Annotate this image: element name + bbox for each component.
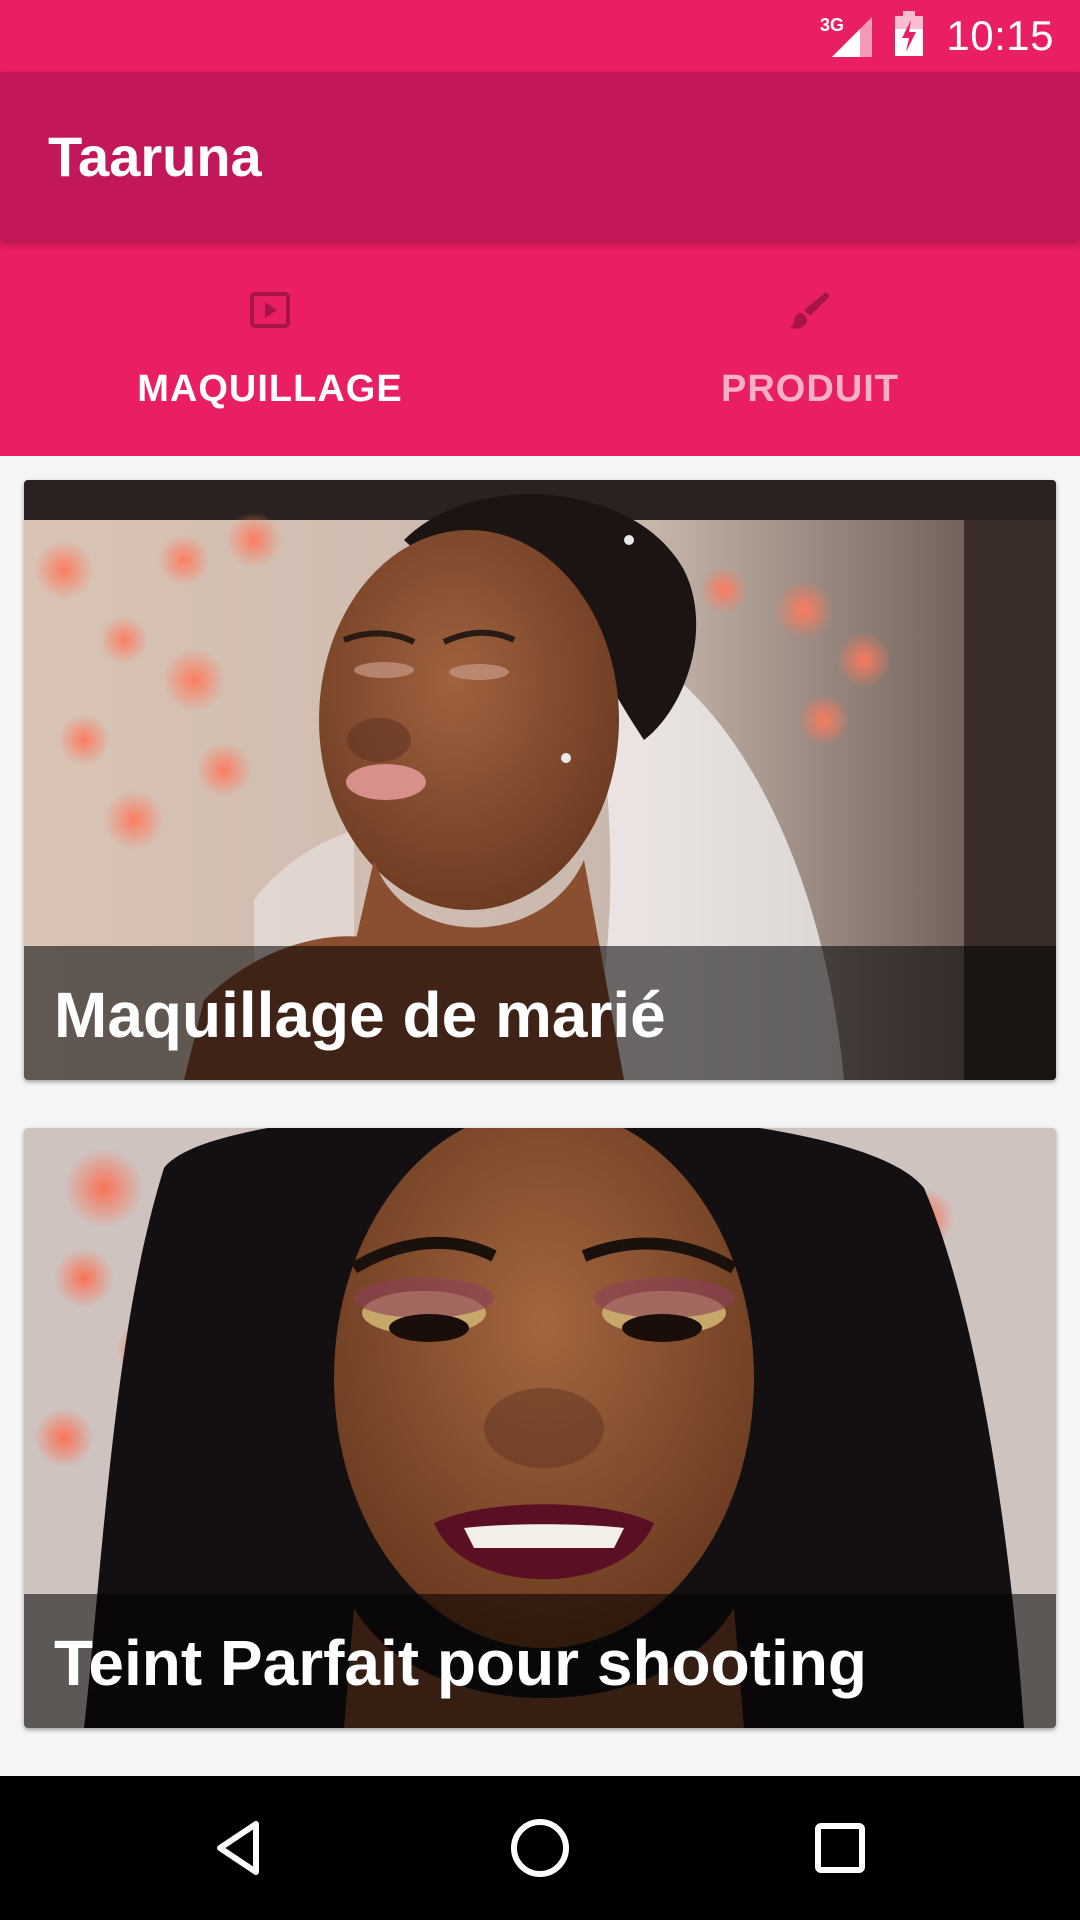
back-icon[interactable]: [204, 1812, 276, 1884]
home-icon[interactable]: [504, 1812, 576, 1884]
brush-icon: [790, 292, 830, 329]
video-card[interactable]: Teint Parfait pour shooting: [24, 1128, 1056, 1728]
recents-icon[interactable]: [804, 1812, 876, 1884]
status-clock: 10:15: [946, 12, 1054, 59]
card-title: Teint Parfait pour shooting: [54, 1627, 867, 1699]
tab-bar: MAQUILLAGE PRODUIT: [0, 240, 1080, 456]
app-title: Taaruna: [48, 125, 262, 188]
video-list: Maquillage de marié Teint Parfait pour s…: [0, 456, 1080, 1776]
status-bar: 3G 10:15: [0, 0, 1080, 72]
video-card[interactable]: Maquillage de marié: [24, 480, 1056, 1080]
app-bar: Taaruna: [0, 72, 1080, 240]
play-video-icon: [250, 292, 290, 328]
battery-charging-icon: [894, 10, 924, 62]
signal-3g-icon: 3G: [820, 13, 876, 59]
network-type-label: 3G: [820, 15, 844, 35]
tab-label: PRODUIT: [721, 368, 899, 410]
tab-produit[interactable]: PRODUIT: [540, 240, 1080, 456]
navigation-bar: [0, 1776, 1080, 1920]
tab-maquillage[interactable]: MAQUILLAGE: [0, 240, 540, 456]
card-title: Maquillage de marié: [54, 979, 666, 1051]
tab-label: MAQUILLAGE: [137, 368, 403, 410]
